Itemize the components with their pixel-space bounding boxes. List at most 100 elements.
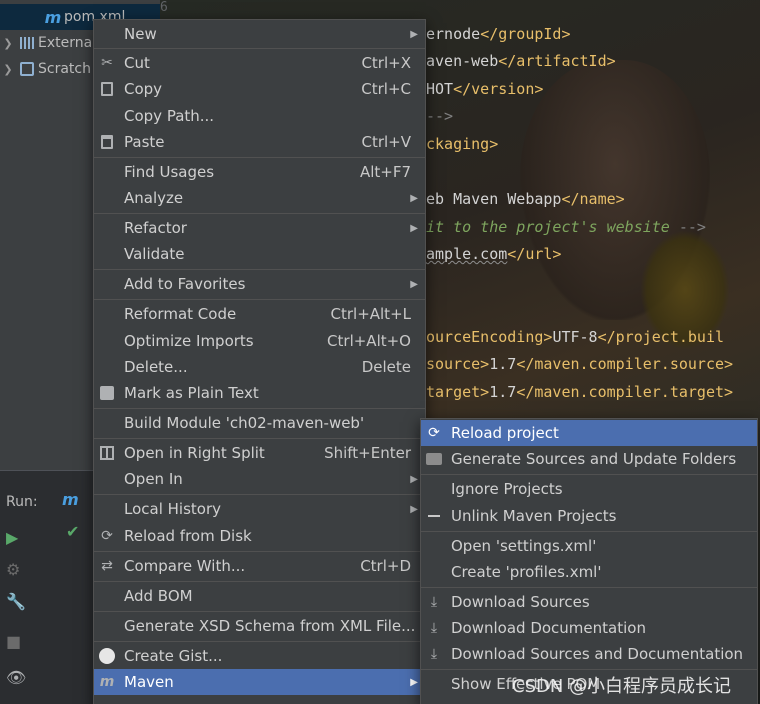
menu-item-copy[interactable]: Copy Ctrl+C	[94, 76, 425, 102]
menu-item-maven[interactable]: m Maven ▶	[94, 669, 425, 695]
maven-submenu: ⟳ Reload project Generate Sources and Up…	[420, 418, 758, 704]
menu-item-cut[interactable]: ✂ Cut Ctrl+X	[94, 50, 425, 76]
submenu-item-create-profiles[interactable]: Create 'profiles.xml'	[421, 559, 757, 585]
submenu-item-download-both[interactable]: ⤓ Download Sources and Documentation	[421, 641, 757, 667]
copy-icon	[98, 80, 116, 98]
run-play-icon[interactable]: ▶	[6, 528, 18, 547]
menu-item-reformat-code[interactable]: Reformat Code Ctrl+Alt+L	[94, 301, 425, 327]
chevron-right-icon[interactable]: ❯	[0, 37, 16, 50]
run-label: Run:	[6, 494, 38, 510]
menu-separator	[94, 299, 425, 300]
submenu-arrow-icon: ▶	[410, 28, 418, 40]
submenu-item-download-docs[interactable]: ⤓ Download Documentation	[421, 615, 757, 641]
menu-item-local-history[interactable]: Local History ▶	[94, 496, 425, 522]
menu-item-build-module[interactable]: Build Module 'ch02-maven-web'	[94, 410, 425, 436]
menu-item-optimize-imports[interactable]: Optimize Imports Ctrl+Alt+O	[94, 328, 425, 354]
code-line: ourceEncoding>UTF-8</project.buil	[426, 326, 724, 348]
menu-item-open-in[interactable]: Open In ▶	[94, 466, 425, 492]
submenu-item-ignore-projects[interactable]: Ignore Projects	[421, 476, 757, 502]
scratches-icon	[16, 62, 38, 76]
code-token: 1.7	[489, 355, 517, 373]
menu-separator	[94, 581, 425, 582]
code-token: UTF-8	[552, 328, 598, 346]
menu-separator	[94, 494, 425, 495]
submenu-arrow-icon: ▶	[410, 192, 418, 204]
code-token: </url>	[507, 245, 562, 263]
code-line: HOT</version>	[426, 78, 543, 100]
code-line: aven-web</artifactId>	[426, 50, 616, 72]
submenu-item-download-sources[interactable]: ⤓ Download Sources	[421, 589, 757, 615]
code-token: source>	[426, 355, 490, 373]
submenu-item-generate-sources[interactable]: Generate Sources and Update Folders	[421, 446, 757, 472]
code-token: -->	[426, 107, 454, 125]
menu-item-analyze[interactable]: Analyze ▶	[94, 185, 425, 211]
submenu-item-reload-project[interactable]: ⟳ Reload project	[421, 420, 757, 446]
menu-item-create-gist[interactable]: Create Gist...	[94, 643, 425, 669]
submenu-arrow-icon: ▶	[410, 676, 418, 688]
plain-text-icon	[98, 384, 116, 402]
menu-item-compare-with[interactable]: ⇄ Compare With... Ctrl+D	[94, 553, 425, 579]
minus-icon	[425, 507, 443, 525]
menu-item-add-bom[interactable]: Add BOM	[94, 583, 425, 609]
code-token: ckaging>	[426, 135, 499, 153]
tree-item-label: Scratch	[38, 61, 91, 77]
github-icon	[98, 647, 116, 665]
code-line: -->	[426, 105, 453, 127]
menu-separator	[94, 611, 425, 612]
code-token: </artifactId>	[498, 52, 616, 70]
reload-icon: ⟳	[428, 425, 440, 441]
menu-item-add-favorites[interactable]: Add to Favorites ▶	[94, 271, 425, 297]
download-icon: ⤓	[430, 620, 438, 636]
menu-item-delete[interactable]: Delete... Delete	[94, 354, 425, 380]
menu-separator	[94, 213, 425, 214]
code-line: it to the project's website -->	[426, 216, 706, 238]
eye-icon[interactable]: 👁	[6, 668, 26, 687]
chevron-right-icon[interactable]: ❯	[0, 63, 16, 76]
maven-icon: m	[99, 674, 115, 690]
menu-item-generate-xsd[interactable]: Generate XSD Schema from XML File...	[94, 613, 425, 639]
menu-item-copy-path[interactable]: Copy Path...	[94, 103, 425, 129]
menu-item-paste[interactable]: Paste Ctrl+V	[94, 129, 425, 155]
code-token: 1.7	[489, 383, 517, 401]
code-token: </name>	[561, 190, 625, 208]
paste-icon	[98, 133, 116, 151]
menu-item-mark-plain-text[interactable]: Mark as Plain Text	[94, 380, 425, 406]
code-token: HOT	[426, 80, 454, 98]
submenu-arrow-icon: ▶	[410, 503, 418, 515]
submenu-item-open-settings[interactable]: Open 'settings.xml'	[421, 533, 757, 559]
code-line: ample.com</url>	[426, 243, 561, 265]
submenu-item-unlink-projects[interactable]: Unlink Maven Projects	[421, 503, 757, 529]
generate-sources-icon	[425, 450, 443, 468]
menu-item-find-usages[interactable]: Find Usages Alt+F7	[94, 159, 425, 185]
code-token: target>	[426, 383, 490, 401]
code-token: </project.buil	[597, 328, 725, 346]
menu-item-open-right-split[interactable]: Open in Right Split Shift+Enter	[94, 440, 425, 466]
success-check-icon: ✔	[66, 522, 80, 541]
wrench-icon[interactable]: 🔧	[6, 592, 26, 611]
rerun-icon[interactable]: ⚙	[6, 560, 20, 579]
menu-item-new[interactable]: New ▶	[94, 21, 425, 47]
menu-item-validate[interactable]: Validate	[94, 241, 425, 267]
menu-separator	[421, 531, 757, 532]
watermark: CSDN @小白程序员成长记	[512, 676, 732, 697]
code-line: source>1.7</maven.compiler.source>	[426, 353, 733, 375]
menu-separator	[421, 669, 757, 670]
menu-item-refactor[interactable]: Refactor ▶	[94, 215, 425, 241]
submenu-arrow-icon: ▶	[410, 473, 418, 485]
menu-separator	[94, 551, 425, 552]
menu-separator	[94, 641, 425, 642]
code-token: </maven.compiler.source>	[516, 355, 734, 373]
download-icon: ⤓	[430, 646, 438, 662]
code-token: ernode	[426, 25, 481, 43]
tree-item-label: Externa	[38, 35, 93, 51]
code-token: ample.com	[426, 245, 508, 263]
menu-separator	[94, 48, 425, 49]
maven-run-icon[interactable]: m	[62, 490, 79, 509]
libraries-icon	[16, 37, 38, 49]
code-line: ckaging>	[426, 133, 498, 155]
compare-icon: ⇄	[101, 558, 113, 574]
stop-icon[interactable]: ■	[6, 632, 21, 651]
code-token: </version>	[453, 80, 544, 98]
reload-icon: ⟳	[101, 528, 113, 544]
menu-item-reload-disk[interactable]: ⟳ Reload from Disk	[94, 523, 425, 549]
